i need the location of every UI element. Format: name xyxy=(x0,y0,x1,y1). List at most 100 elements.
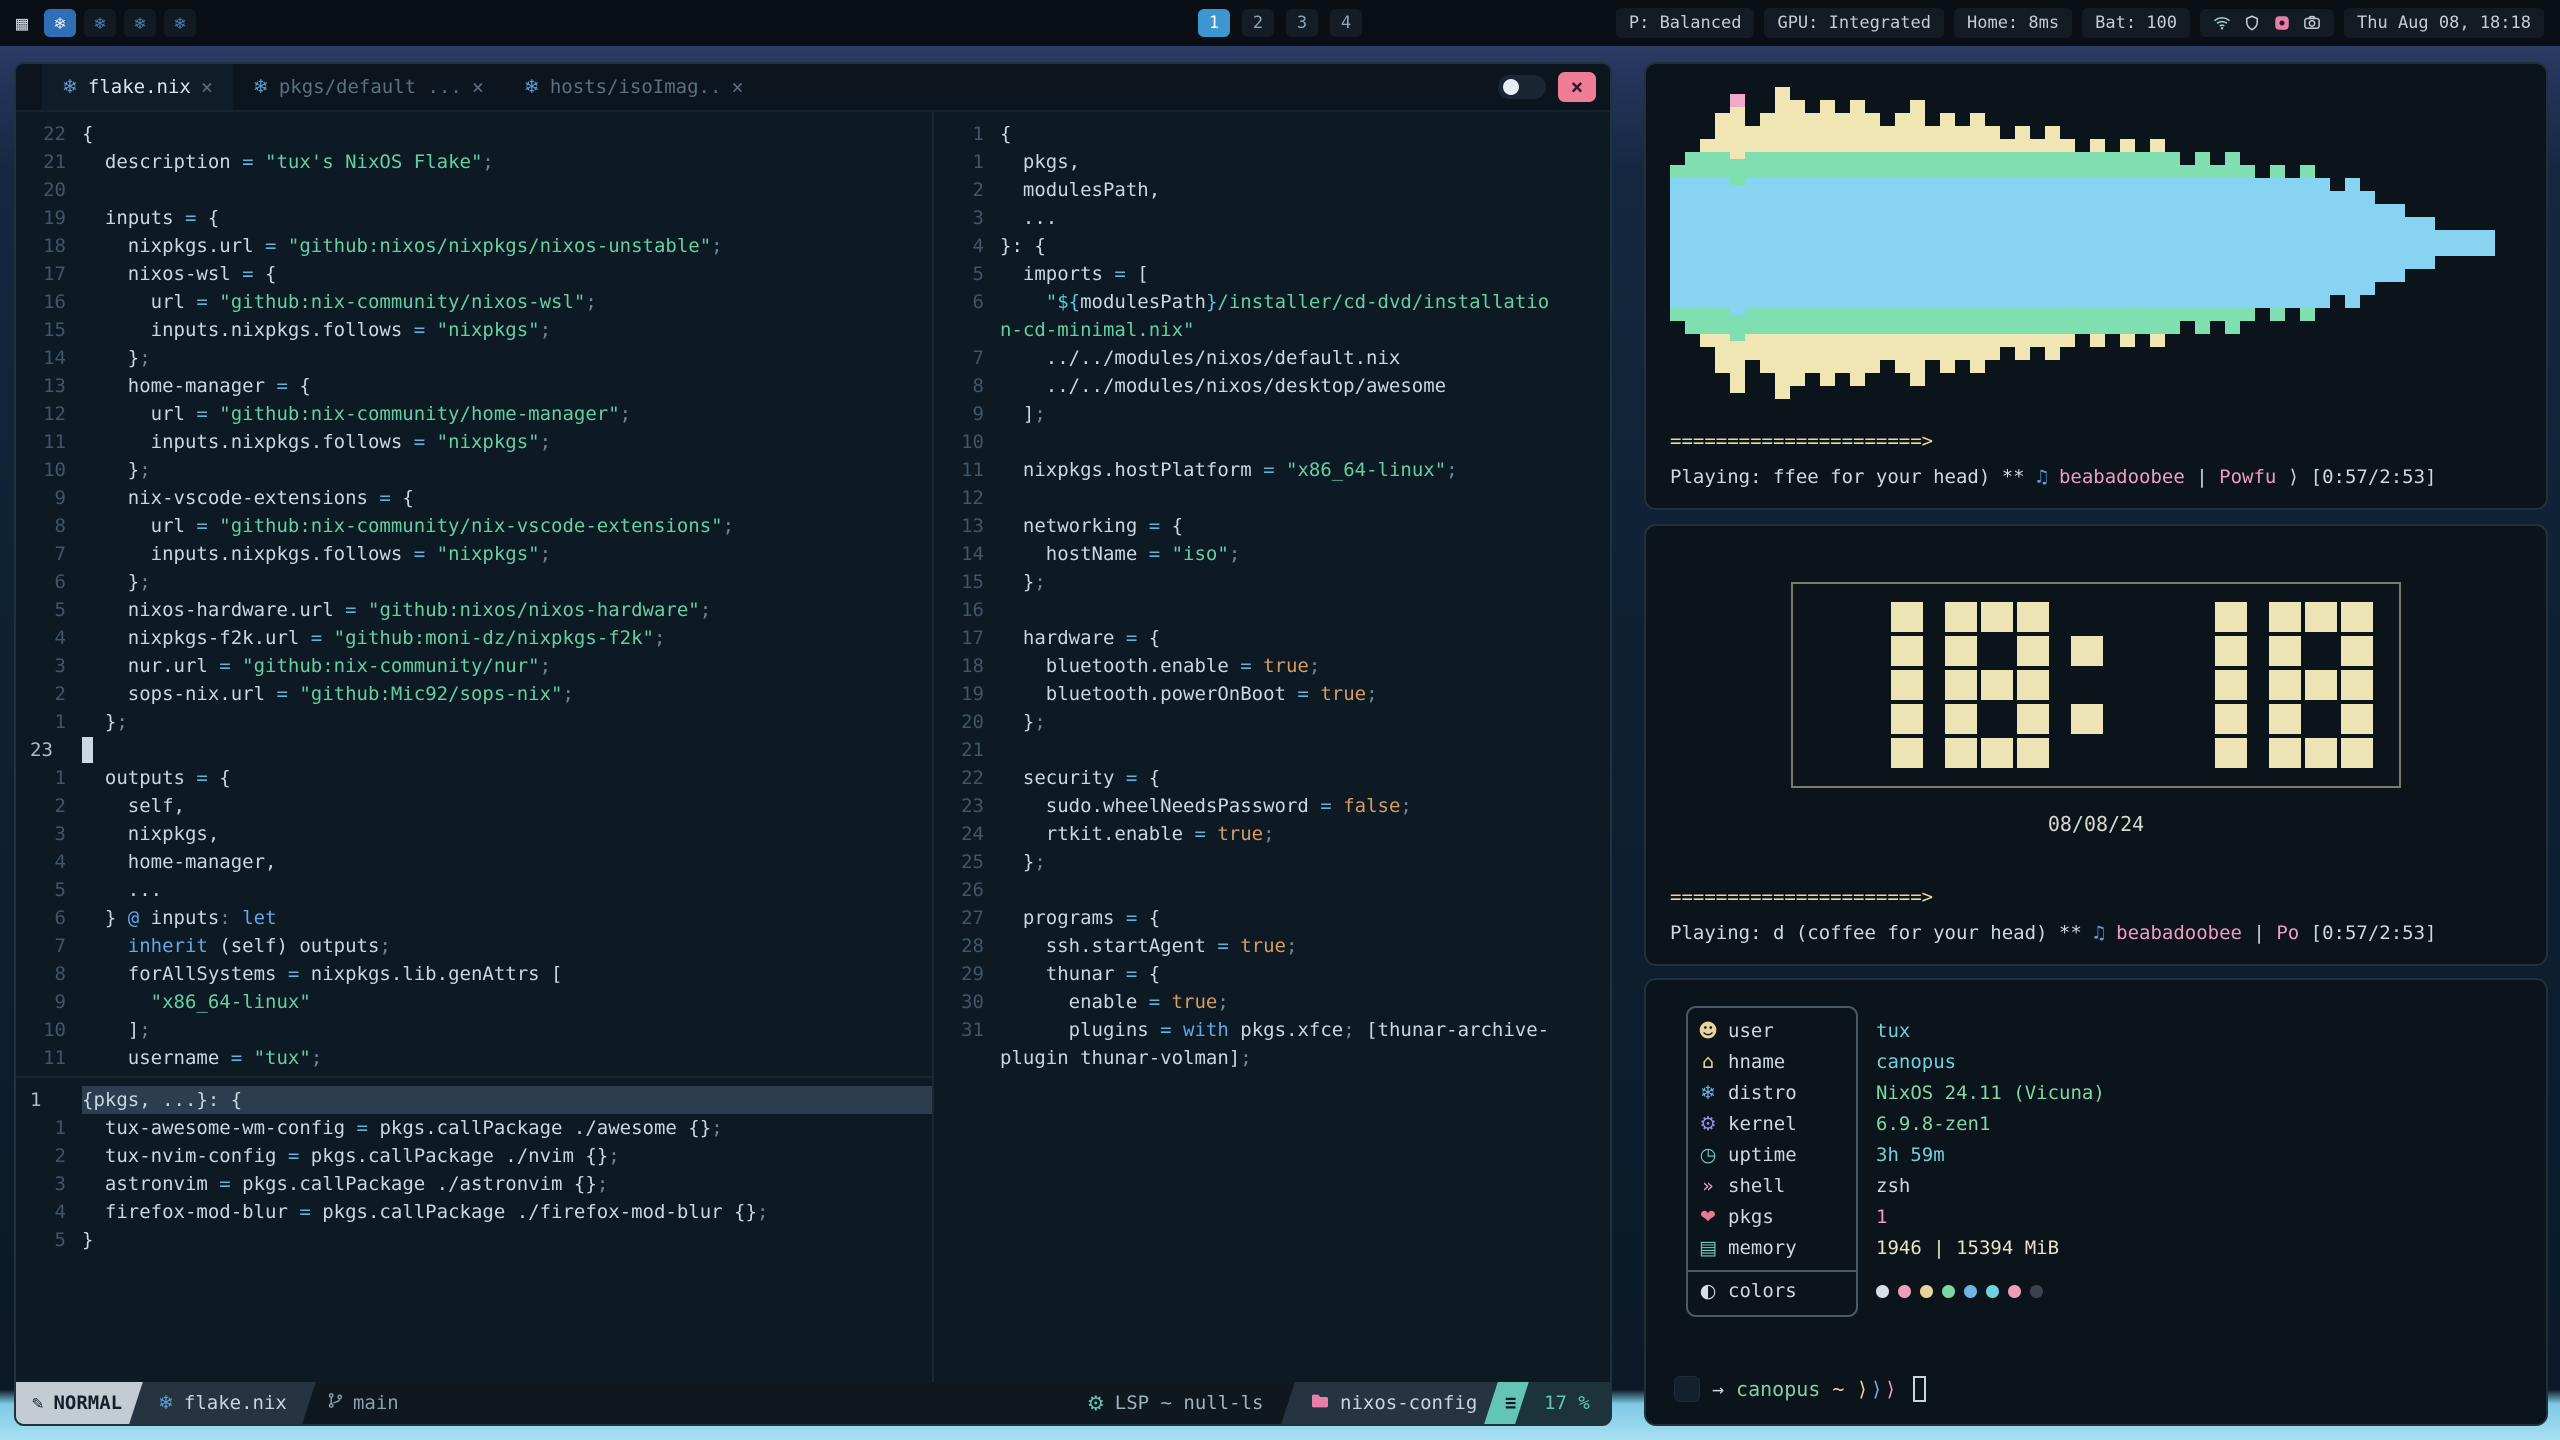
palette-icon[interactable] xyxy=(2273,14,2291,32)
camera-icon[interactable] xyxy=(2303,14,2321,32)
code-line[interactable]: 2 self, xyxy=(16,792,932,820)
code-line[interactable]: 8 ../../modules/nixos/desktop/awesome xyxy=(934,372,1610,400)
terminal-fetch[interactable]: ☻user⌂hname❄distro⚙kernel◷uptime»shell❤p… xyxy=(1644,978,2548,1426)
code-line[interactable]: 2 tux-nvim-config = pkgs.callPackage ./n… xyxy=(16,1142,932,1170)
terminal-clock[interactable]: 08/08/24 ======================> Playing… xyxy=(1644,524,2548,966)
code-line[interactable]: 9 "x86_64-linux" xyxy=(16,988,932,1016)
menu-grid-icon[interactable]: ▦ xyxy=(16,11,28,35)
code-line[interactable]: 18 nixpkgs.url = "github:nixos/nixpkgs/n… xyxy=(16,232,932,260)
workspace-tag-4[interactable]: ❄ xyxy=(164,9,196,37)
code-line[interactable]: 3 nur.url = "github:nix-community/nur"; xyxy=(16,652,932,680)
editor-window[interactable]: ❄flake.nix×❄pkgs/default ...×❄hosts/isoI… xyxy=(14,62,1612,1426)
code-line[interactable]: 12 xyxy=(934,484,1610,512)
code-line[interactable]: 3 nixpkgs, xyxy=(16,820,932,848)
code-line[interactable]: 11 nixpkgs.hostPlatform = "x86_64-linux"… xyxy=(934,456,1610,484)
tab-close-icon[interactable]: × xyxy=(201,75,213,99)
shell-prompt[interactable]: → canopus ~ ⟩⟩⟩ xyxy=(1674,1376,1926,1402)
code-line[interactable]: 13 home-manager = { xyxy=(16,372,932,400)
code-line[interactable]: 1 pkgs, xyxy=(934,148,1610,176)
code-line[interactable]: 31 plugins = with pkgs.xfce; [thunar-arc… xyxy=(934,1016,1610,1044)
code-line[interactable]: 5} xyxy=(16,1226,932,1254)
code-line[interactable]: 11 username = "tux"; xyxy=(16,1044,932,1072)
code-line[interactable]: 19 bluetooth.powerOnBoot = true; xyxy=(934,680,1610,708)
editor-tab[interactable]: ❄flake.nix× xyxy=(42,64,233,110)
code-line[interactable]: 10 ]; xyxy=(16,1016,932,1044)
code-line[interactable]: 22{ xyxy=(16,120,932,148)
code-line[interactable]: 4}: { xyxy=(934,232,1610,260)
screen-button-2[interactable]: 2 xyxy=(1242,9,1274,37)
code-line[interactable]: 6 } @ inputs: let xyxy=(16,904,932,932)
code-line[interactable]: 10 xyxy=(934,428,1610,456)
screen-button-1[interactable]: 1 xyxy=(1198,9,1230,37)
code-line[interactable]: 5 ... xyxy=(16,876,932,904)
terminal-visualizer[interactable]: ======================> Playing: ffee fo… xyxy=(1644,62,2548,510)
code-line[interactable]: 22 security = { xyxy=(934,764,1610,792)
workspace-tag-3[interactable]: ❄ xyxy=(124,9,156,37)
code-line[interactable]: 1 outputs = { xyxy=(16,764,932,792)
workspace-tag-2[interactable]: ❄ xyxy=(84,9,116,37)
code-line[interactable]: 8 url = "github:nix-community/nix-vscode… xyxy=(16,512,932,540)
code-line[interactable]: 20 xyxy=(16,176,932,204)
code-line[interactable]: 6 "${modulesPath}/installer/cd-dvd/insta… xyxy=(934,288,1610,316)
code-line[interactable]: 21 xyxy=(934,736,1610,764)
editor-tab[interactable]: ❄hosts/isoImag..× xyxy=(504,64,764,110)
code-line[interactable]: 14 hostName = "iso"; xyxy=(934,540,1610,568)
toggle-switch[interactable] xyxy=(1498,75,1546,99)
code-line[interactable]: 16 url = "github:nix-community/nixos-wsl… xyxy=(16,288,932,316)
code-line[interactable]: 4 home-manager, xyxy=(16,848,932,876)
code-line[interactable]: 14 }; xyxy=(16,344,932,372)
code-line[interactable]: 9 ]; xyxy=(934,400,1610,428)
wifi-icon[interactable] xyxy=(2213,14,2231,32)
code-line[interactable]: 17 nixos-wsl = { xyxy=(16,260,932,288)
code-line[interactable]: 26 xyxy=(934,876,1610,904)
code-line[interactable]: 11 inputs.nixpkgs.follows = "nixpkgs"; xyxy=(16,428,932,456)
code-line[interactable]: 23 xyxy=(16,736,932,764)
code-line[interactable]: 1{pkgs, ...}: { xyxy=(16,1086,932,1114)
code-line[interactable]: 2 modulesPath, xyxy=(934,176,1610,204)
code-line[interactable]: 2 sops-nix.url = "github:Mic92/sops-nix"… xyxy=(16,680,932,708)
tab-close-icon[interactable]: × xyxy=(731,75,743,99)
code-line[interactable]: 6 }; xyxy=(16,568,932,596)
pane-pkgs-default-nix[interactable]: 1{pkgs, ...}: {1 tux-awesome-wm-config =… xyxy=(16,1078,932,1382)
code-line[interactable]: 1{ xyxy=(934,120,1610,148)
code-line[interactable]: 17 hardware = { xyxy=(934,624,1610,652)
workspace-tag-1[interactable]: ❄ xyxy=(44,9,76,37)
code-line[interactable]: plugin thunar-volman]; xyxy=(934,1044,1610,1072)
code-line[interactable]: 18 bluetooth.enable = true; xyxy=(934,652,1610,680)
code-line[interactable]: 15 }; xyxy=(934,568,1610,596)
code-line[interactable]: 30 enable = true; xyxy=(934,988,1610,1016)
pane-flake-nix[interactable]: 22{21 description = "tux's NixOS Flake";… xyxy=(16,112,932,1076)
code-line[interactable]: 12 url = "github:nix-community/home-mana… xyxy=(16,400,932,428)
code-line[interactable]: 7 inherit (self) outputs; xyxy=(16,932,932,960)
code-line[interactable]: 4 firefox-mod-blur = pkgs.callPackage ./… xyxy=(16,1198,932,1226)
code-line[interactable]: 20 }; xyxy=(934,708,1610,736)
editor-tab[interactable]: ❄pkgs/default ...× xyxy=(233,64,504,110)
code-line[interactable]: 28 ssh.startAgent = true; xyxy=(934,932,1610,960)
code-line[interactable]: 8 forAllSystems = nixpkgs.lib.genAttrs [ xyxy=(16,960,932,988)
code-line[interactable]: 5 imports = [ xyxy=(934,260,1610,288)
code-line[interactable]: 7 inputs.nixpkgs.follows = "nixpkgs"; xyxy=(16,540,932,568)
code-line[interactable]: n-cd-minimal.nix" xyxy=(934,316,1610,344)
code-line[interactable]: 24 rtkit.enable = true; xyxy=(934,820,1610,848)
code-line[interactable]: 5 nixos-hardware.url = "github:nixos/nix… xyxy=(16,596,932,624)
code-line[interactable]: 13 networking = { xyxy=(934,512,1610,540)
code-line[interactable]: 1 tux-awesome-wm-config = pkgs.callPacka… xyxy=(16,1114,932,1142)
code-line[interactable]: 1 }; xyxy=(16,708,932,736)
code-line[interactable]: 29 thunar = { xyxy=(934,960,1610,988)
close-window-button[interactable]: × xyxy=(1558,72,1596,102)
screen-button-4[interactable]: 4 xyxy=(1330,9,1362,37)
code-line[interactable]: 25 }; xyxy=(934,848,1610,876)
code-line[interactable]: 7 ../../modules/nixos/default.nix xyxy=(934,344,1610,372)
code-line[interactable]: 9 nix-vscode-extensions = { xyxy=(16,484,932,512)
shield-icon[interactable] xyxy=(2243,14,2261,32)
code-line[interactable]: 23 sudo.wheelNeedsPassword = false; xyxy=(934,792,1610,820)
code-line[interactable]: 10 }; xyxy=(16,456,932,484)
code-line[interactable]: 16 xyxy=(934,596,1610,624)
code-line[interactable]: 15 inputs.nixpkgs.follows = "nixpkgs"; xyxy=(16,316,932,344)
pane-hosts-iso-image[interactable]: 1{1 pkgs,2 modulesPath,3 ...4}: {5 impor… xyxy=(934,112,1610,1382)
code-line[interactable]: 19 inputs = { xyxy=(16,204,932,232)
screen-button-3[interactable]: 3 xyxy=(1286,9,1318,37)
tab-close-icon[interactable]: × xyxy=(472,75,484,99)
code-line[interactable]: 3 ... xyxy=(934,204,1610,232)
code-line[interactable]: 4 nixpkgs-f2k.url = "github:moni-dz/nixp… xyxy=(16,624,932,652)
